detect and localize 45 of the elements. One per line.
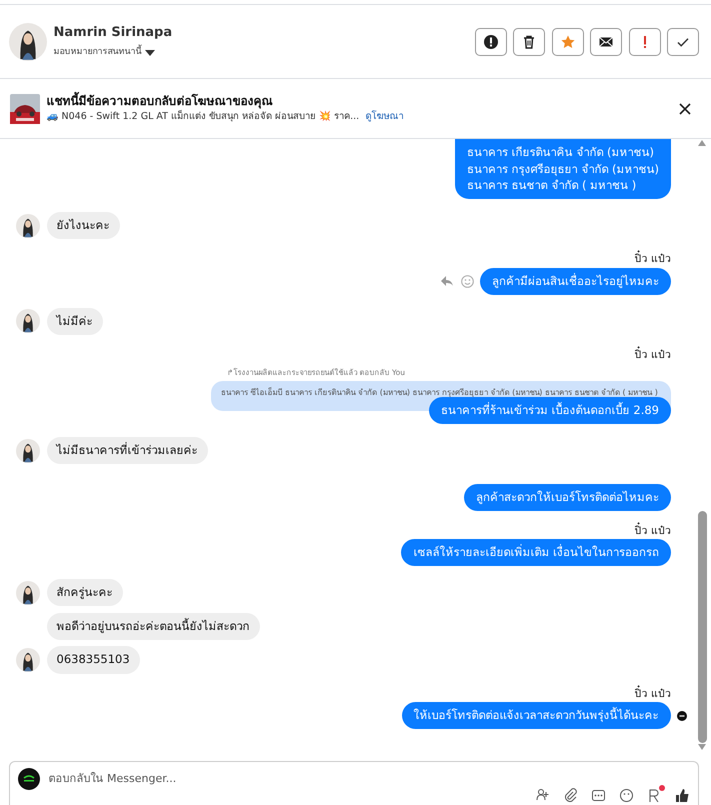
assign-label: มอบหมายการสนทนานี้ [54,46,142,60]
sender-name: ปิ๋ว แป๋ว [16,524,671,540]
star-button[interactable] [552,28,584,56]
person-add-icon[interactable] [535,788,550,802]
message-bubble: ให้เบอร์โทรติดต่อแจ้งเวลาสะดวกวันพรุ่งนี้ได้นะคะ [402,702,670,730]
spam-button[interactable] [474,28,506,56]
priority-button[interactable] [628,28,660,56]
view-ad-link[interactable]: ดูโฆษณา [366,110,404,125]
message-bubble: ไม่มีธนาคารที่เข้าร่วมเลยค่ะ [46,437,208,464]
close-icon [679,102,691,114]
reply-icon[interactable] [440,275,454,288]
unread-button[interactable] [590,28,622,56]
delete-button[interactable] [513,28,545,56]
emoji-icon[interactable] [619,788,634,802]
message-bubble: พอดีว่าอยู่บนรถอ่ะค่ะตอนนี้ยังไม่สะดวก [46,612,260,640]
star-icon [560,34,576,50]
page-avatar [18,768,40,790]
message-bubble: สักครู่นะคะ [46,578,122,606]
thumbs-up-icon[interactable] [675,788,690,802]
message-bubble: ไม่มีค่ะ [46,308,102,335]
message-icon[interactable] [591,788,606,802]
message-field[interactable]: ตอบกลับใน Messenger... [9,761,699,805]
sender-name: ปิ๋ว แป๋ว [16,252,671,268]
contact-name: Namrin Sirinapa [54,24,172,42]
message-bubble: ธนาคาร เกียรตินาคิน จำกัด (มหาชน) ธนาคาร กรุงศรีอยุธยา จำกัด (มหาชน) ธนาคาร ธนชาต จำกัด ( มหาชน ) [455,139,671,200]
sender-name: ปิ๋ว แป๋ว [16,686,671,702]
sender-name: ปิ๋ว แป๋ว [16,348,671,364]
message-bubble: ธนาคารที่ร้านเข้าร่วม เบื้องต้นดอกเบี้ย 2.89 [429,397,671,424]
assign-dropdown[interactable]: มอบหมายการสนทนานี้ [54,46,172,60]
trash-icon [521,34,537,50]
alert-icon [482,34,498,50]
done-button[interactable] [667,28,699,56]
paperclip-icon[interactable] [563,788,578,802]
caret-icon [144,50,155,56]
ad-title: แชทนี้มีข้อความตอบกลับต่อโฆษณาของคุณ [46,92,404,110]
ad-description: 🚙 N046 - Swift 1.2 GL AT แม็กแต่ง ขับสนุก หล่อจัด ผ่อนสบาย 💥 ราค... [46,110,360,124]
scroll-up-icon[interactable] [697,139,707,147]
message-input[interactable]: ตอบกลับใน Messenger... [46,770,690,788]
message-bubble: ลูกค้าสะดวกให้เบอร์โทรติดต่อไหมคะ [464,484,671,511]
message-bubble: เซลล์ให้รายละเอียดเพิ่มเติม เงื่อนไขในการออกรถ [401,539,671,566]
message-bubble: ลูกค้ามีผ่อนสินเชื่ออะไรอยู่ไหมคะ [480,268,671,295]
message-bubble: ยังไงนะคะ [46,212,120,240]
message-bubble: 0638355103 [46,646,140,674]
close-button[interactable] [679,102,691,114]
profile-avatar [9,22,47,60]
